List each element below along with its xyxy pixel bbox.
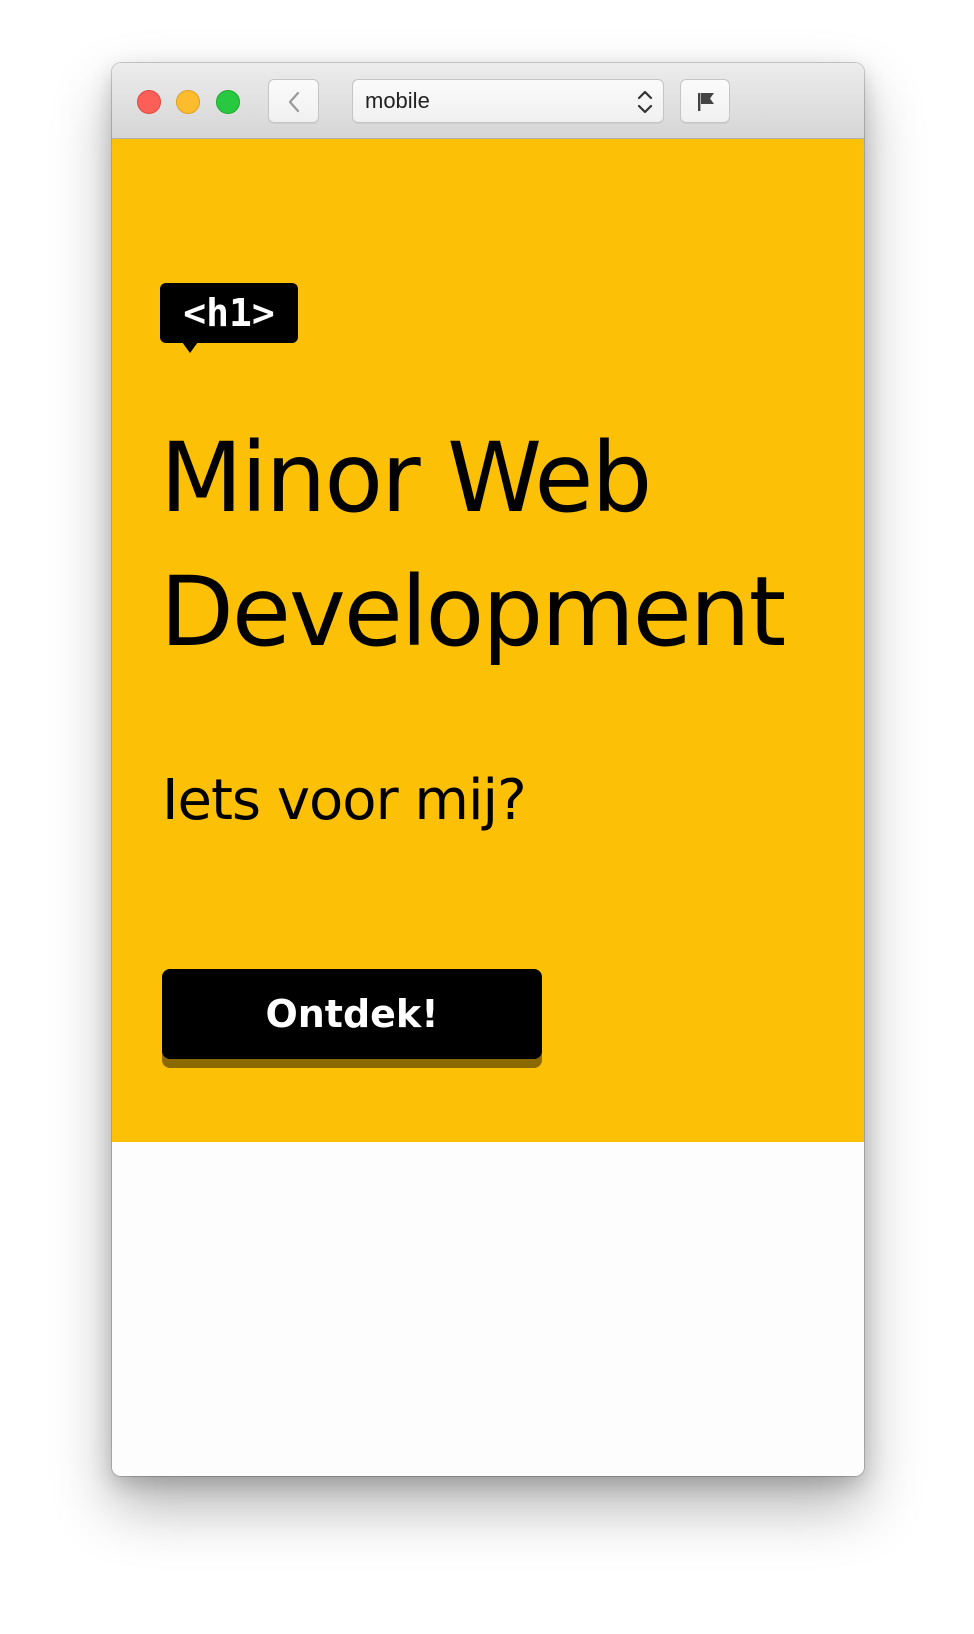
flag-button[interactable] [680, 79, 730, 123]
up-down-chevron-icon [637, 90, 653, 114]
flag-icon [698, 93, 714, 111]
back-button[interactable] [268, 79, 319, 123]
close-window-button[interactable] [137, 90, 161, 114]
page-title-line-2: Development [160, 556, 786, 668]
viewport-select-value: mobile [365, 88, 430, 113]
page-title-line-1: Minor Web [160, 422, 652, 534]
hero-section: <h1> Minor Web Development Iets voor mij… [112, 139, 864, 1142]
browser-window: mobile <h1> Minor Web Development Iets v… [112, 63, 864, 1476]
h1-tag-badge: <h1> [160, 283, 298, 353]
minimize-window-button[interactable] [176, 90, 200, 114]
hero-subtitle: Iets voor mij? [162, 768, 527, 833]
chevron-left-icon [288, 91, 300, 113]
maximize-window-button[interactable] [216, 90, 240, 114]
browser-toolbar: mobile [112, 63, 864, 139]
discover-button[interactable]: Ontdek! [162, 969, 542, 1059]
page-content-area [112, 1142, 864, 1476]
page-title: Minor Web Development [160, 411, 840, 679]
viewport-select[interactable]: mobile [352, 79, 664, 123]
